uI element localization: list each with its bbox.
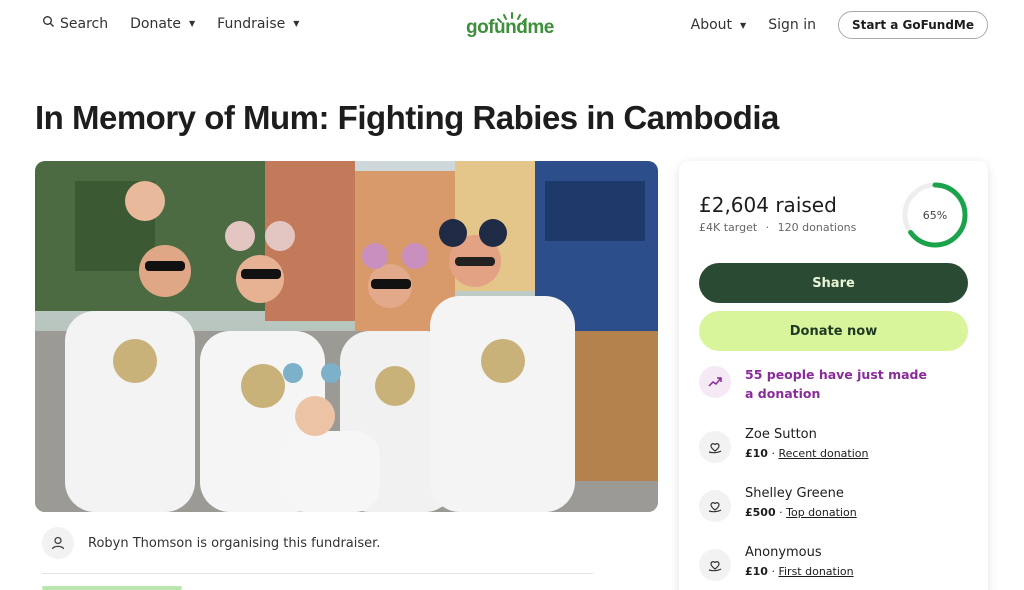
family-photo-illustration [35,161,658,512]
trending-text: 55 people have just made a donation [745,367,927,401]
fundraise-menu-label: Fundraise [217,15,286,32]
target-and-count: £4K target · 120 donations [699,221,856,234]
donation-tag-link[interactable]: Top donation [786,506,857,519]
start-gofundme-button[interactable]: Start a GoFundMe [837,11,988,39]
badge-strip [42,586,182,590]
organiser-text: Robyn Thomson is organising this fundrai… [88,535,381,551]
separator-dot: · [765,221,770,234]
donation-meta: £10 · Recent donation [745,447,868,460]
donation-item: Anonymous £10 · First donation [699,545,854,581]
donation-panel: £2,604 raised £4K target · 120 donations… [679,161,988,590]
site-header: Search Donate ▼ Fundraise ▼ gofundme Abo… [0,0,1024,50]
separator-dot: · [771,447,775,460]
trending-up-icon [699,366,731,398]
donation-item: Zoe Sutton £10 · Recent donation [699,427,868,463]
section-divider [42,573,593,574]
user-icon [42,527,74,559]
sign-in-label: Sign in [768,17,816,33]
donate-now-button[interactable]: Donate now [699,311,968,351]
donor-name: Shelley Greene [745,486,844,501]
caret-down-icon: ▼ [189,19,196,28]
donation-count: 120 donations [777,221,857,234]
nav-left: Search Donate ▼ Fundraise ▼ [42,15,299,32]
donation-amount: £10 [745,565,768,578]
donation-amount: £10 [745,447,768,460]
heart-hand-icon [699,490,731,522]
about-menu[interactable]: About ▼ [691,17,747,33]
caret-down-icon: ▼ [740,20,747,30]
progress-percent: 65% [922,208,948,222]
target-label: £4K target [699,221,758,234]
donation-tag-link[interactable]: First donation [778,565,853,578]
donate-menu-label: Donate [130,15,182,32]
search-label: Search [60,15,109,32]
nav-right: About ▼ Sign in Start a GoFundMe [691,11,988,39]
campaign-photo[interactable] [35,161,658,512]
page-title: In Memory of Mum: Fighting Rabies in Cam… [35,99,779,136]
organiser-row: Robyn Thomson is organising this fundrai… [42,527,380,559]
separator-dot: · [779,506,783,519]
donation-tag-link[interactable]: Recent donation [778,447,868,460]
search-button[interactable]: Search [42,15,108,32]
share-button[interactable]: Share [699,263,968,303]
donor-name: Zoe Sutton [745,427,817,442]
logo-text: gofundme [466,17,554,38]
amount-raised: £2,604 raised [699,193,837,217]
fundraise-menu[interactable]: Fundraise ▼ [217,16,299,32]
donation-meta: £500 · Top donation [745,506,857,519]
donation-meta: £10 · First donation [745,565,854,578]
donor-name: Anonymous [745,545,822,560]
separator-dot: · [771,565,775,578]
sign-in-link[interactable]: Sign in [768,17,816,33]
search-icon [42,15,55,32]
caret-down-icon: ▼ [293,19,300,28]
heart-hand-icon [699,431,731,463]
donation-amount: £500 [745,506,776,519]
donate-menu[interactable]: Donate ▼ [130,16,195,32]
heart-hand-icon [699,549,731,581]
gofundme-logo[interactable]: gofundme [466,10,562,40]
about-menu-label: About [690,17,733,33]
donation-item: Shelley Greene £500 · Top donation [699,486,857,522]
trending-notice: 55 people have just made a donation [699,366,935,404]
